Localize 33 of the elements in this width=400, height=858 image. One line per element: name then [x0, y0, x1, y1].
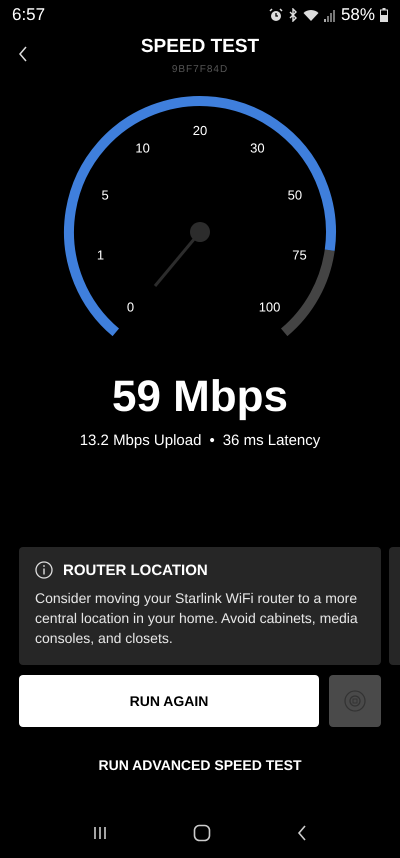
chevron-left-icon: [296, 825, 308, 841]
status-time: 6:57: [12, 5, 46, 25]
separator-dot: •: [209, 432, 215, 449]
stop-icon: [344, 690, 366, 712]
home-icon: [192, 824, 211, 842]
chevron-left-icon: [18, 46, 28, 62]
gauge-tick-label: 30: [250, 140, 265, 156]
run-again-button[interactable]: RUN AGAIN: [19, 675, 319, 727]
wifi-icon: [302, 8, 319, 22]
recents-icon: [92, 825, 108, 841]
gauge-tick-label: 20: [192, 123, 208, 138]
gauge-tick-label: 10: [135, 140, 150, 156]
gauge-tick-label: 50: [288, 188, 302, 203]
info-icon: [35, 561, 53, 579]
alarm-icon: [268, 8, 283, 22]
latency: 36 ms Latency: [222, 432, 320, 449]
gauge-tick-label: 75: [292, 248, 307, 262]
battery-percent: 58%: [340, 5, 375, 25]
gauge-needle: [154, 222, 210, 287]
battery-icon: [380, 8, 388, 22]
signal-icon: [324, 8, 336, 22]
gauge-tick-label: 1: [96, 248, 104, 262]
device-id: 9BF7F84D: [172, 64, 228, 75]
gauge-tick-label: 100: [258, 300, 280, 315]
card-text: Consider moving your Starlink WiFi router to a more central location in your home. Avoid cabinets, media consoles, and closets.: [35, 589, 359, 648]
gauge-tick-label: 0: [126, 300, 134, 315]
advanced-test-link[interactable]: RUN ADVANCED SPEED TEST: [94, 753, 306, 777]
upload-speed: 13.2 Mbps Upload: [80, 432, 202, 449]
download-speed: 59 Mbps: [110, 372, 290, 422]
gauge-tick-label: 5: [101, 188, 109, 203]
card-title: ROUTER LOCATION: [63, 562, 208, 578]
bluetooth-icon: [288, 8, 298, 22]
screen-title: SPEED TEST: [140, 36, 260, 58]
